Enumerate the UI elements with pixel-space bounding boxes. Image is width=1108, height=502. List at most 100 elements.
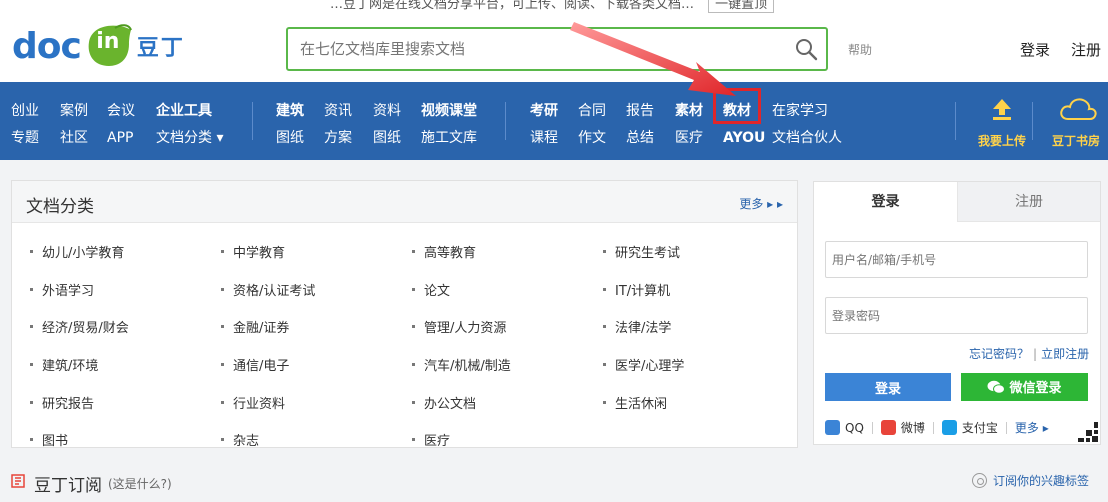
- nav-item-fangan[interactable]: 方案: [324, 129, 352, 147]
- nav-item-chuangye[interactable]: 创业: [11, 102, 39, 120]
- nav-divider: [505, 102, 506, 140]
- nav-item-shequ[interactable]: 社区: [60, 129, 88, 147]
- category-item[interactable]: 管理/人力资源: [412, 308, 603, 346]
- category-item[interactable]: IT/计算机: [603, 271, 794, 309]
- nav-item-ziliao[interactable]: 资料: [373, 102, 401, 120]
- tab-login[interactable]: 登录: [814, 182, 957, 222]
- category-item[interactable]: 通信/电子: [221, 346, 412, 384]
- bullet-icon: [221, 287, 224, 291]
- bullet-icon: [30, 400, 33, 404]
- nav-item-zaijia-xuexi[interactable]: 在家学习: [772, 102, 828, 120]
- nav-item-ayou[interactable]: AYOU: [723, 129, 765, 147]
- category-label: 医疗: [424, 434, 451, 450]
- password-field[interactable]: [825, 297, 1088, 334]
- category-item[interactable]: 图书: [30, 421, 221, 459]
- category-label: 资格/认证考试: [233, 283, 316, 299]
- top-strip-button[interactable]: 一键置顶: [708, 0, 775, 13]
- wechat-login-button[interactable]: 微信登录: [961, 373, 1088, 401]
- category-item[interactable]: 法律/法学: [603, 308, 794, 346]
- nav-item-zhuanti[interactable]: 专题: [11, 129, 39, 147]
- alipay-label: 支付宝: [961, 421, 998, 435]
- nav-item-hetong[interactable]: 合同: [578, 102, 606, 120]
- category-label: 幼儿/小学教育: [42, 246, 125, 262]
- category-item[interactable]: 杂志: [221, 421, 412, 459]
- category-item[interactable]: 中学教育: [221, 233, 412, 271]
- category-item[interactable]: 医学/心理学: [603, 346, 794, 384]
- nav-item-jianzhu[interactable]: 建筑: [276, 102, 304, 120]
- quick-register-link[interactable]: 立即注册: [1041, 347, 1089, 361]
- subscription-icon: [11, 473, 25, 488]
- category-item[interactable]: 建筑/环境: [30, 346, 221, 384]
- logo[interactable]: doc in 豆丁: [12, 22, 185, 70]
- nav-item-construction-library[interactable]: 施工文库: [421, 129, 477, 147]
- search-icon[interactable]: [794, 37, 818, 61]
- search-input[interactable]: [288, 29, 778, 69]
- login-link[interactable]: 登录: [1020, 39, 1050, 60]
- category-label: 法律/法学: [615, 321, 672, 337]
- category-item[interactable]: 研究生考试: [603, 233, 794, 271]
- nav-item-zuowen[interactable]: 作文: [578, 129, 606, 147]
- header: …豆丁网是在线文档分享平台，可上传、阅读、下载各类文档… 一键置顶 doc in…: [0, 0, 1108, 82]
- category-item[interactable]: 研究报告: [30, 383, 221, 421]
- bullet-icon: [30, 363, 33, 367]
- tab-register[interactable]: 注册: [957, 182, 1100, 222]
- subscribe-tags-link[interactable]: 订阅你的兴趣标签: [972, 472, 1089, 489]
- upload-label[interactable]: 我要上传: [978, 132, 1026, 149]
- nav-item-enterprise-tools[interactable]: 企业工具: [156, 102, 212, 120]
- more-social-link[interactable]: 更多 ▸: [1015, 419, 1049, 436]
- logo-in-text: in: [96, 29, 120, 54]
- category-label: 研究生考试: [615, 246, 681, 262]
- subscription-what-link[interactable]: (这是什么?): [108, 475, 172, 492]
- nav-item-tuzhi[interactable]: 图纸: [276, 129, 304, 147]
- subscribe-tags-label: 订阅你的兴趣标签: [993, 474, 1090, 488]
- category-item[interactable]: 金融/证券: [221, 308, 412, 346]
- nav-item-app[interactable]: APP: [107, 129, 133, 147]
- register-link[interactable]: 注册: [1071, 39, 1101, 60]
- forgot-password-link[interactable]: 忘记密码？: [969, 347, 1029, 361]
- cloud-icon[interactable]: [1058, 96, 1098, 122]
- nav-item-tuzhi-2[interactable]: 图纸: [373, 129, 401, 147]
- nav-divider: [955, 102, 956, 140]
- category-label: 汽车/机械/制造: [424, 359, 511, 375]
- category-item[interactable]: 论文: [412, 271, 603, 309]
- category-item[interactable]: 医疗: [412, 421, 603, 459]
- qr-code-icon[interactable]: [1072, 416, 1100, 444]
- category-item[interactable]: 外语学习: [30, 271, 221, 309]
- nav-item-huiyi[interactable]: 会议: [107, 102, 135, 120]
- category-label: 管理/人力资源: [424, 321, 507, 337]
- nav-item-baogao[interactable]: 报告: [626, 102, 654, 120]
- nav-item-sucai[interactable]: 素材: [675, 102, 703, 120]
- username-field[interactable]: [825, 241, 1088, 278]
- help-link[interactable]: 帮助: [848, 41, 872, 58]
- qq-login[interactable]: QQ: [825, 420, 864, 435]
- nav-item-zixun[interactable]: 资讯: [324, 102, 352, 120]
- category-item[interactable]: 生活休闲: [603, 383, 794, 421]
- category-item[interactable]: 资格/认证考试: [221, 271, 412, 309]
- nav-item-doc-categories[interactable]: 文档分类 ▾: [156, 129, 223, 147]
- nav-item-yiliao[interactable]: 医疗: [675, 129, 703, 147]
- nav-item-anli[interactable]: 案例: [60, 102, 88, 120]
- category-label: 经济/贸易/财会: [42, 321, 129, 337]
- bullet-icon: [603, 325, 606, 329]
- login-button[interactable]: 登录: [825, 373, 951, 401]
- qq-icon: [825, 420, 840, 435]
- nav-item-zongjie[interactable]: 总结: [626, 129, 654, 147]
- category-item[interactable]: 汽车/机械/制造: [412, 346, 603, 384]
- bullet-icon: [603, 250, 606, 254]
- bookstore-label[interactable]: 豆丁书房: [1052, 132, 1100, 149]
- category-label: 图书: [42, 434, 69, 450]
- category-item[interactable]: 高等教育: [412, 233, 603, 271]
- category-item[interactable]: 幼儿/小学教育: [30, 233, 221, 271]
- upload-icon[interactable]: [990, 97, 1014, 121]
- category-item[interactable]: 行业资料: [221, 383, 412, 421]
- nav-item-kaoyan[interactable]: 考研: [530, 102, 558, 120]
- weibo-login[interactable]: 微博: [880, 419, 925, 436]
- category-item[interactable]: 经济/贸易/财会: [30, 308, 221, 346]
- category-item[interactable]: 办公文档: [412, 383, 603, 421]
- category-label: 医学/心理学: [615, 359, 685, 375]
- nav-item-doc-partner[interactable]: 文档合伙人: [772, 129, 842, 147]
- nav-item-video-class[interactable]: 视频课堂: [421, 102, 477, 120]
- nav-item-kecheng[interactable]: 课程: [530, 129, 558, 147]
- alipay-login[interactable]: 支付宝: [941, 419, 998, 436]
- category-more-link[interactable]: 更多 ▸ ▸: [739, 195, 783, 212]
